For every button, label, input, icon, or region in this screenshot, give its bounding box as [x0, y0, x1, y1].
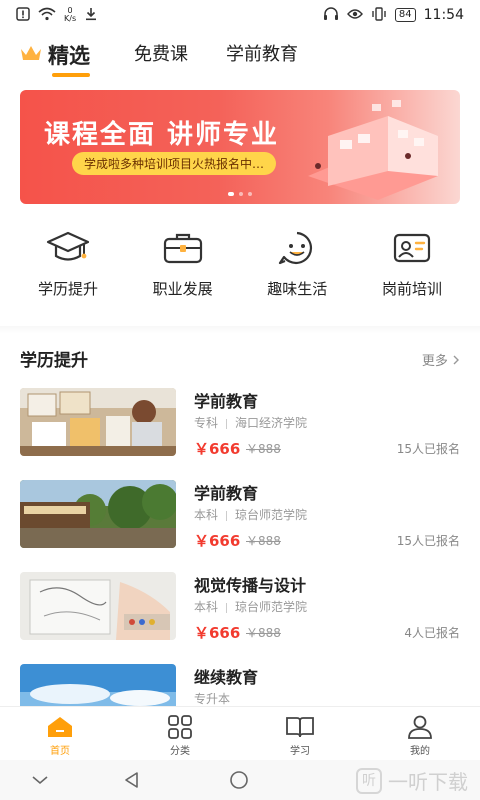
meta-divider	[226, 602, 228, 613]
nav-label: 学习	[290, 746, 310, 757]
status-left: 0 K/s	[16, 7, 98, 23]
course-meta: 本科 琼台师范学院	[194, 598, 307, 615]
more-link[interactable]: 更多	[422, 350, 460, 369]
watermark-text: 一听下载	[388, 770, 468, 794]
eye-icon	[346, 8, 363, 22]
status-right: 84 11:54	[323, 7, 464, 23]
category-label: 岗前培训	[381, 280, 442, 298]
watermark: 听 一听下载	[356, 766, 468, 795]
course-item[interactable]: 学前教育 本科 琼台师范学院 ￥666 ￥888 15人已报名	[20, 480, 460, 550]
course-price: ￥666	[194, 624, 241, 642]
chevron-right-icon	[453, 355, 459, 365]
nav-profile[interactable]: 我的	[360, 707, 480, 761]
course-item[interactable]: 学前教育 专科 海口经济学院 ￥666 ￥888 15人已报名	[20, 388, 460, 458]
top-tabs: 精选 免费课 学前教育	[0, 36, 480, 80]
more-label: 更多	[421, 354, 448, 369]
promo-banner[interactable]: 课程全面 讲师专业 学成啦多种培训项目火热报名中…	[20, 90, 460, 204]
banner-pagination	[20, 192, 460, 196]
network-speed: 0 K/s	[64, 7, 76, 23]
headset-icon	[323, 7, 339, 23]
home-icon	[48, 717, 72, 737]
banner-dot[interactable]	[248, 192, 252, 196]
course-price: ￥666	[194, 440, 241, 458]
course-thumbnail-train-forest	[20, 480, 176, 548]
home-button-icon[interactable]	[228, 770, 250, 790]
course-title: 继续教育	[194, 668, 259, 687]
meta-divider	[226, 418, 228, 429]
vibrate-icon	[371, 7, 387, 23]
back-icon[interactable]	[122, 770, 142, 790]
course-school: 海口经济学院	[235, 416, 308, 430]
book-icon	[286, 717, 314, 738]
nav-categories[interactable]: 分类	[120, 707, 240, 761]
banner-dot[interactable]	[228, 192, 234, 196]
bottom-navigation: 首页 分类 学习 我的	[0, 706, 480, 761]
clock: 11:54	[423, 7, 464, 23]
wifi-icon	[38, 7, 56, 23]
active-tab-indicator	[52, 73, 90, 77]
banner-dot[interactable]	[239, 192, 243, 196]
course-meta: 专科 海口经济学院	[194, 414, 307, 431]
category-degree-upgrade[interactable]: 学历提升	[20, 230, 116, 310]
course-level: 专科	[194, 416, 219, 430]
course-level: 本科	[194, 508, 219, 522]
course-title: 学前教育	[194, 392, 259, 411]
tab-featured[interactable]: 精选	[48, 40, 90, 70]
grid-icon	[168, 715, 192, 739]
course-thumbnail-art-class	[20, 388, 176, 456]
category-career-development[interactable]: 职业发展	[135, 230, 231, 310]
course-school: 琼台师范学院	[235, 508, 308, 522]
nav-label: 首页	[50, 746, 70, 757]
course-original-price: ￥888	[246, 534, 281, 548]
category-shortcuts: 学历提升 职业发展 趣味生活 岗前培训	[20, 230, 460, 310]
tab-free-courses[interactable]: 免费课	[134, 40, 188, 66]
nav-study[interactable]: 学习	[240, 707, 360, 761]
briefcase-icon	[163, 233, 202, 264]
person-icon	[408, 715, 432, 739]
tab-preschool-education[interactable]: 学前教育	[226, 40, 298, 66]
nav-label: 我的	[410, 746, 430, 757]
category-pre-job-training[interactable]: 岗前培训	[364, 230, 460, 310]
download-icon	[84, 7, 98, 23]
status-bar: 0 K/s 84 11:54	[0, 0, 480, 30]
course-price: ￥666	[194, 532, 241, 550]
course-thumbnail-drawing	[20, 572, 176, 640]
section-title: 学历提升	[20, 351, 88, 371]
crown-icon	[21, 46, 41, 60]
course-school: 琼台师范学院	[235, 600, 308, 614]
alert-icon	[16, 7, 30, 23]
section-divider	[0, 326, 480, 334]
course-original-price: ￥888	[246, 442, 281, 456]
meta-divider	[226, 510, 228, 521]
chevron-down-icon[interactable]	[30, 770, 50, 790]
course-enrolled-count: 15人已报名	[396, 534, 460, 548]
banner-title: 课程全面 讲师专业	[44, 120, 280, 150]
course-meta: 专升本	[194, 690, 230, 707]
category-label: 趣味生活	[267, 280, 328, 298]
banner-subtitle: 学成啦多种培训项目火热报名中…	[72, 152, 277, 175]
nav-label: 分类	[170, 746, 190, 757]
course-level: 专升本	[194, 692, 231, 706]
course-enrolled-count: 15人已报名	[396, 442, 460, 456]
nav-home[interactable]: 首页	[0, 707, 120, 761]
course-title: 视觉传播与设计	[194, 576, 307, 595]
course-enrolled-count: 4人已报名	[404, 626, 460, 640]
category-label: 学历提升	[37, 280, 98, 298]
battery-indicator: 84	[394, 8, 416, 22]
course-original-price: ￥888	[246, 626, 281, 640]
id-card-icon	[393, 233, 431, 263]
banner-illustration	[308, 100, 438, 200]
smiley-icon	[279, 231, 313, 265]
category-fun-life[interactable]: 趣味生活	[249, 230, 345, 310]
course-meta: 本科 琼台师范学院	[194, 506, 307, 523]
category-label: 职业发展	[152, 280, 213, 298]
system-navigation-bar: 听 一听下载	[0, 760, 480, 800]
course-level: 本科	[194, 600, 219, 614]
graduation-cap-icon	[46, 231, 90, 261]
course-title: 学前教育	[194, 484, 259, 503]
course-item[interactable]: 视觉传播与设计 本科 琼台师范学院 ￥666 ￥888 4人已报名	[20, 572, 460, 642]
watermark-logo-icon: 听	[356, 767, 382, 794]
section-header: 学历提升 更多	[20, 346, 460, 371]
network-speed-unit: K/s	[64, 14, 77, 23]
